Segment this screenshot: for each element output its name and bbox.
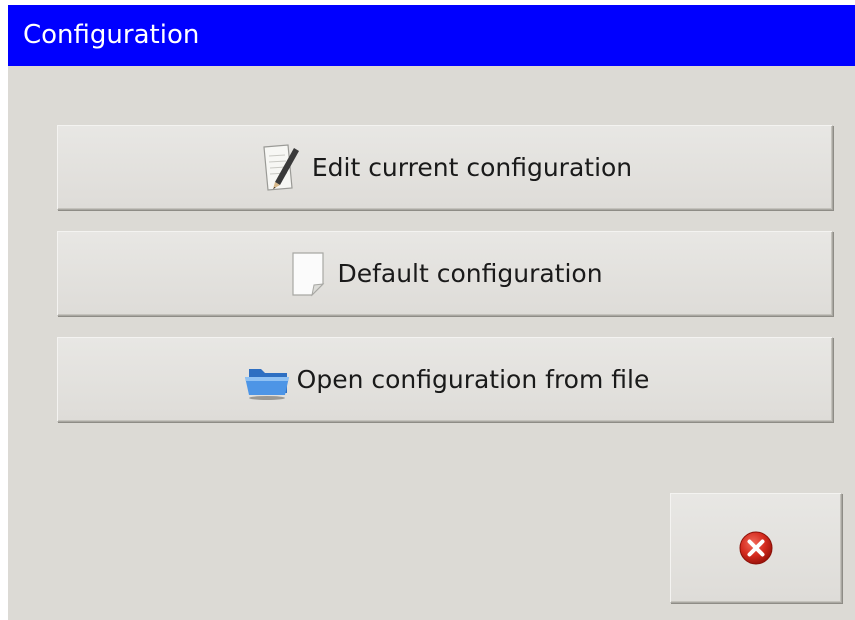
window-title: Configuration — [23, 20, 200, 50]
close-icon — [738, 530, 774, 566]
title-bar: Configuration — [8, 5, 855, 66]
edit-document-icon — [258, 142, 304, 194]
open-folder-icon — [241, 357, 293, 403]
blank-document-icon — [287, 250, 329, 298]
close-button[interactable] — [670, 493, 842, 603]
default-configuration-button[interactable]: Default configuration — [57, 231, 833, 316]
default-configuration-label: Default configuration — [337, 259, 603, 288]
open-configuration-from-file-button[interactable]: Open configuration from file — [57, 337, 833, 422]
configuration-dialog: Configuration Edit current configuration — [8, 5, 855, 620]
edit-current-configuration-label: Edit current configuration — [311, 153, 633, 182]
edit-current-configuration-button[interactable]: Edit current configuration — [57, 125, 833, 210]
open-configuration-from-file-label: Open configuration from file — [296, 365, 650, 394]
